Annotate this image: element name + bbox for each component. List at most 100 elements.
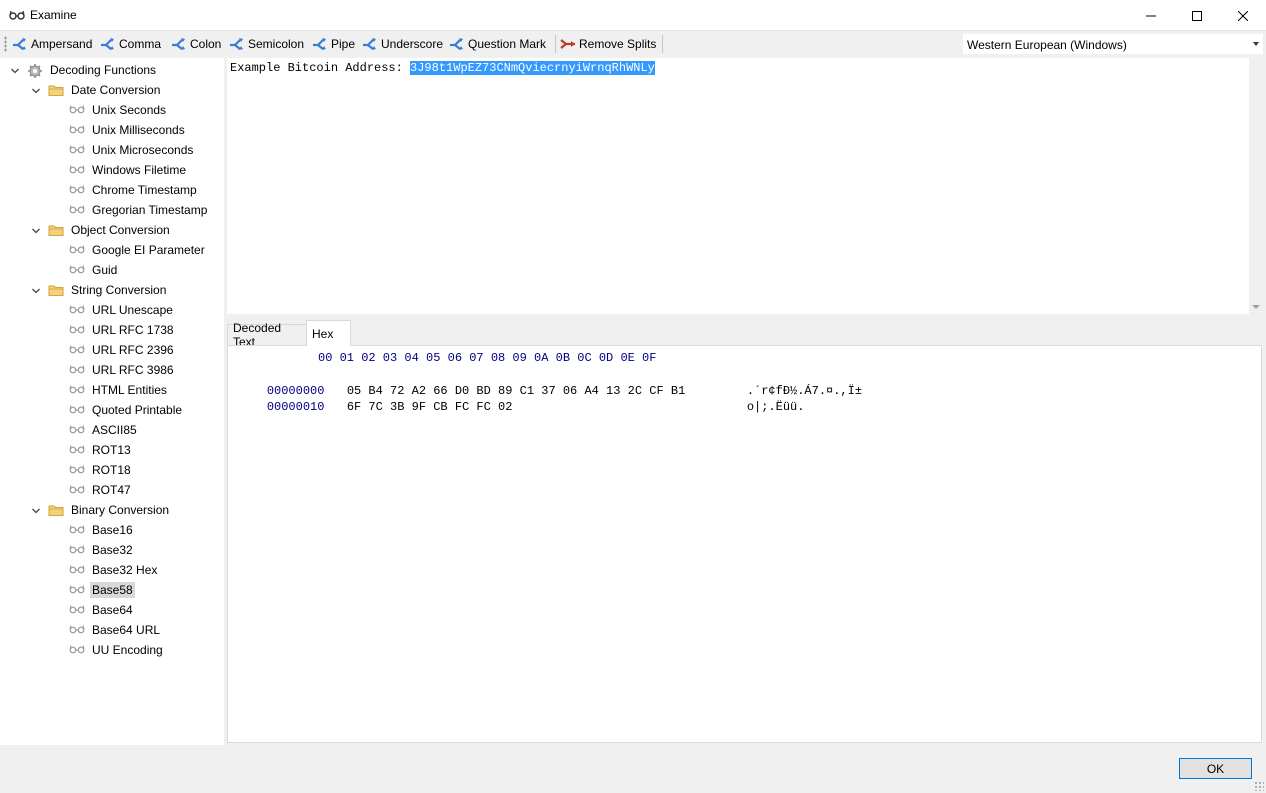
split-icon <box>229 37 245 51</box>
tree-group[interactable]: Binary Conversion <box>31 501 171 519</box>
tab-hex[interactable]: Hex <box>306 320 351 346</box>
tree-item[interactable]: URL RFC 1738 <box>69 321 176 339</box>
tree-item[interactable]: URL Unescape <box>69 301 175 319</box>
glasses-icon <box>69 583 85 597</box>
tree-node-label: Windows Filetime <box>92 163 187 177</box>
tree-item[interactable]: Google EI Parameter <box>69 241 207 259</box>
glasses-icon <box>69 543 85 557</box>
chevron-down-icon[interactable] <box>1253 42 1259 46</box>
close-button[interactable] <box>1220 0 1266 31</box>
underscore-button[interactable]: Underscore <box>362 34 443 54</box>
chevron-down-icon[interactable] <box>31 225 41 235</box>
glasses-icon <box>69 143 85 157</box>
tree-node-label: Chrome Timestamp <box>92 183 197 197</box>
glasses-icon <box>69 123 85 137</box>
pipe-button[interactable]: Pipe <box>312 34 355 54</box>
tree-item[interactable]: ROT47 <box>69 481 133 499</box>
tree-item[interactable]: Guid <box>69 261 119 279</box>
folder-open-icon <box>48 283 64 297</box>
ok-button[interactable]: OK <box>1179 758 1252 779</box>
scroll-down-icon[interactable] <box>1252 305 1260 309</box>
hex-view[interactable]: 00 01 02 03 04 05 06 07 08 09 0A 0B 0C 0… <box>227 345 1262 743</box>
tree-item[interactable]: Quoted Printable <box>69 401 184 419</box>
glasses-icon <box>69 103 85 117</box>
toolbar-grip[interactable] <box>4 36 7 52</box>
glasses-icon <box>69 263 85 277</box>
tab-decoded-text[interactable]: Decoded Text <box>227 321 307 349</box>
tree-node-label: Decoding Functions <box>50 63 157 77</box>
tree-item[interactable]: URL RFC 2396 <box>69 341 176 359</box>
split-icon <box>312 37 328 51</box>
semicolon-button[interactable]: Semicolon <box>229 34 304 54</box>
tree-node-label: UU Encoding <box>92 643 163 657</box>
colon-button[interactable]: Colon <box>171 34 221 54</box>
question-mark-button[interactable]: Question Mark <box>449 34 546 54</box>
tree-item[interactable]: Base32 Hex <box>69 561 159 579</box>
tree-item[interactable]: Base58 <box>69 581 135 599</box>
chevron-down-icon[interactable] <box>31 85 41 95</box>
glasses-icon <box>69 483 85 497</box>
tree-group[interactable]: Object Conversion <box>31 221 172 239</box>
tree-item[interactable]: Unix Milliseconds <box>69 121 187 139</box>
tree-node-label: Object Conversion <box>71 223 170 237</box>
split-icon <box>100 37 116 51</box>
hex-bytes[interactable]: 6F 7C 3B 9F CB FC FC 02 <box>347 400 747 414</box>
maximize-button[interactable] <box>1174 0 1220 31</box>
toolbar-separator <box>555 35 556 53</box>
maximize-icon <box>1192 10 1202 21</box>
glasses-icon <box>69 643 85 657</box>
tree-group[interactable]: Date Conversion <box>31 81 162 99</box>
ampersand-button[interactable]: Ampersand <box>12 34 92 54</box>
tree-item[interactable]: Unix Microseconds <box>69 141 195 159</box>
tree-item[interactable]: HTML Entities <box>69 381 169 399</box>
chevron-down-icon[interactable] <box>31 285 41 295</box>
editor-scrollbar[interactable] <box>1249 58 1262 314</box>
glasses-icon <box>69 603 85 617</box>
tree-node-label: Base58 <box>90 582 135 598</box>
minimize-button[interactable] <box>1128 0 1174 31</box>
tree-item[interactable]: ROT13 <box>69 441 133 459</box>
tree-node-label: Unix Milliseconds <box>92 123 185 137</box>
toolbar-separator <box>662 35 663 53</box>
hex-ascii[interactable]: o|;.Ëüü. <box>747 400 805 414</box>
glasses-icon <box>69 183 85 197</box>
glasses-icon <box>69 203 85 217</box>
hex-offset: 00000010 <box>266 400 325 414</box>
chevron-down-icon[interactable] <box>31 505 41 515</box>
tree-item[interactable]: Gregorian Timestamp <box>69 201 209 219</box>
tree-item[interactable]: UU Encoding <box>69 641 165 659</box>
folder-open-icon <box>48 503 64 517</box>
selected-text[interactable]: 3J98t1WpEZ73CNmQviecrnyiWrnqRhWNLy <box>410 61 655 75</box>
tree-root[interactable]: Decoding Functions <box>10 61 158 79</box>
resize-grip[interactable] <box>1254 781 1264 791</box>
glasses-icon <box>69 523 85 537</box>
tree-node-label: Base16 <box>92 523 133 537</box>
tree-item[interactable]: ASCII85 <box>69 421 139 439</box>
tree-node-label: Base32 <box>92 543 133 557</box>
chevron-down-icon[interactable] <box>10 65 20 75</box>
tree-item[interactable]: Base16 <box>69 521 135 539</box>
comma-button[interactable]: Comma <box>100 34 161 54</box>
tree-item[interactable]: Base64 URL <box>69 621 162 639</box>
tree-node-label: ROT47 <box>92 483 131 497</box>
tree-item[interactable]: ROT18 <box>69 461 133 479</box>
tree-item[interactable]: Chrome Timestamp <box>69 181 199 199</box>
remove-splits-label: Remove Splits <box>579 37 657 51</box>
editor-prefix-text: Example Bitcoin Address: <box>230 61 411 75</box>
hex-row: 00000010 6F 7C 3B 9F CB FC FC 02 o|;.Ëüü. <box>238 386 805 428</box>
tree-item[interactable]: Base32 <box>69 541 135 559</box>
glasses-icon <box>69 343 85 357</box>
tree-item[interactable]: Unix Seconds <box>69 101 168 119</box>
remove-splits-button[interactable]: Remove Splits <box>560 34 656 54</box>
tree-node-label: String Conversion <box>71 283 167 297</box>
input-editor[interactable]: Example Bitcoin Address: 3J98t1WpEZ73CNm… <box>227 58 1249 314</box>
tree-group[interactable]: String Conversion <box>31 281 168 299</box>
semicolon-label: Semicolon <box>248 37 305 51</box>
tree-item[interactable]: Base64 <box>69 601 135 619</box>
tree-item[interactable]: Windows Filetime <box>69 161 188 179</box>
hex-column-header: 00 01 02 03 04 05 06 07 08 09 0A 0B 0C 0… <box>318 351 657 365</box>
tree-item[interactable]: URL RFC 3986 <box>69 361 176 379</box>
encoding-select[interactable]: Western European (Windows) <box>963 34 1263 54</box>
tree-node-label: Date Conversion <box>71 83 161 97</box>
window-title: Examine <box>30 8 77 22</box>
